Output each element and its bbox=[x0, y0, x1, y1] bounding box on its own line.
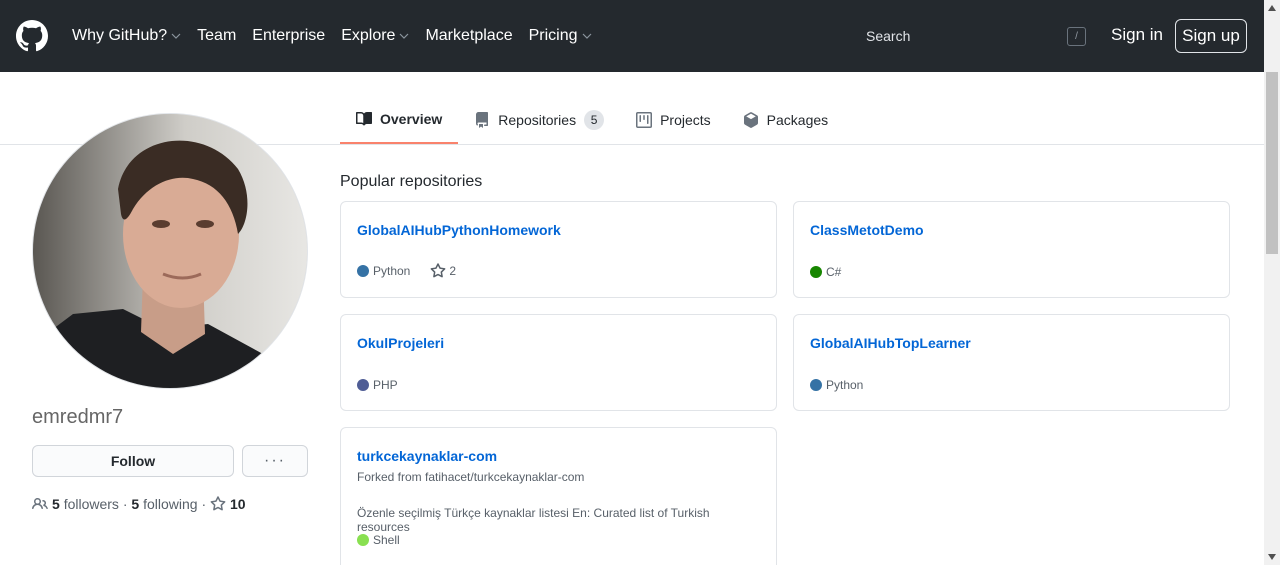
more-options-button[interactable]: ··· bbox=[242, 445, 308, 477]
nav-label: Why GitHub? bbox=[72, 27, 168, 44]
people-icon bbox=[32, 497, 48, 510]
package-icon bbox=[743, 112, 758, 128]
popular-repositories-title: Popular repositories bbox=[340, 173, 483, 190]
nav-label: Enterprise bbox=[252, 27, 326, 44]
repo-meta: Shell bbox=[357, 533, 400, 547]
stars-count: 10 bbox=[230, 496, 246, 512]
repo-language: Shell bbox=[373, 533, 400, 547]
following-count: 5 bbox=[131, 496, 140, 512]
repo-language: Python bbox=[373, 264, 411, 278]
nav-marketplace[interactable]: Marketplace bbox=[425, 27, 512, 45]
search-box[interactable]: / bbox=[852, 18, 1098, 54]
search-shortcut-key: / bbox=[1067, 27, 1086, 46]
repo-stars-link[interactable]: 2 bbox=[430, 263, 456, 279]
repo-card: OkulProjeleri PHP bbox=[340, 314, 777, 411]
following-label: following bbox=[143, 496, 198, 512]
separator-dot: · bbox=[122, 496, 128, 512]
chevron-down-icon bbox=[582, 33, 591, 39]
language-color-dot bbox=[810, 266, 822, 278]
scroll-thumb[interactable] bbox=[1266, 72, 1278, 254]
tab-overview[interactable]: Overview bbox=[340, 96, 459, 144]
tab-label: Repositories bbox=[498, 112, 577, 128]
repo-language: Python bbox=[826, 378, 864, 392]
project-icon bbox=[636, 112, 653, 128]
followers-label: followers bbox=[63, 496, 119, 512]
repo-meta: C# bbox=[810, 265, 841, 279]
repo-icon bbox=[476, 112, 489, 128]
followers-link[interactable]: 5 followers bbox=[52, 496, 119, 512]
tab-repositories[interactable]: Repositories 5 bbox=[458, 96, 620, 144]
repo-card: GlobalAIHubPythonHomework Python 2 bbox=[340, 201, 777, 298]
github-logo-icon[interactable] bbox=[16, 20, 48, 52]
repo-meta: PHP bbox=[357, 378, 398, 392]
book-icon bbox=[356, 111, 372, 126]
repo-card: turkcekaynaklar-com Forked from fatihace… bbox=[340, 427, 777, 565]
repo-link[interactable]: turkcekaynaklar-com bbox=[357, 448, 497, 464]
repo-card: GlobalAIHubTopLearner Python bbox=[793, 314, 1230, 411]
repo-card: ClassMetotDemo C# bbox=[793, 201, 1230, 298]
search-input[interactable] bbox=[866, 28, 1046, 44]
follow-button[interactable]: Follow bbox=[32, 445, 234, 477]
scroll-up-arrow-icon[interactable] bbox=[1264, 0, 1280, 16]
repo-meta: Python 2 bbox=[357, 263, 456, 279]
repo-language: PHP bbox=[373, 378, 398, 392]
language-color-dot bbox=[357, 534, 369, 546]
tab-projects[interactable]: Projects bbox=[620, 96, 727, 144]
site-header: Why GitHub? Team Enterprise Explore Mark… bbox=[0, 0, 1264, 72]
nav-why-github[interactable]: Why GitHub? bbox=[72, 27, 181, 45]
nav-label: Pricing bbox=[528, 27, 578, 44]
tab-label: Projects bbox=[660, 112, 711, 128]
following-link[interactable]: 5 following bbox=[131, 496, 197, 512]
main-nav: Why GitHub? Team Enterprise Explore Mark… bbox=[72, 0, 608, 72]
chevron-down-icon bbox=[400, 33, 409, 39]
tab-packages[interactable]: Packages bbox=[727, 96, 844, 144]
repo-link[interactable]: GlobalAIHubTopLearner bbox=[810, 335, 971, 351]
separator-dot: · bbox=[201, 496, 207, 512]
followers-count: 5 bbox=[52, 496, 60, 512]
tab-label: Overview bbox=[380, 111, 443, 127]
avatar bbox=[32, 113, 308, 389]
profile-username: emredmr7 bbox=[32, 406, 124, 428]
repositories-count-badge: 5 bbox=[584, 110, 605, 130]
repo-meta: Python bbox=[810, 378, 863, 392]
nav-label: Team bbox=[197, 27, 237, 44]
page-scrollbar[interactable] bbox=[1264, 0, 1280, 565]
chevron-down-icon bbox=[171, 33, 181, 39]
nav-explore[interactable]: Explore bbox=[341, 27, 409, 45]
star-icon bbox=[210, 496, 226, 511]
repo-description: Özenle seçilmiş Türkçe kaynaklar listesi… bbox=[357, 506, 710, 534]
star-icon bbox=[430, 263, 446, 278]
stars-link[interactable]: 10 bbox=[210, 496, 246, 512]
repo-stars-count: 2 bbox=[449, 264, 457, 278]
nav-label: Explore bbox=[341, 27, 396, 44]
sign-up-button[interactable]: Sign up bbox=[1175, 19, 1247, 53]
sign-in-link[interactable]: Sign in bbox=[1111, 25, 1163, 45]
nav-team[interactable]: Team bbox=[197, 27, 236, 45]
more-options-icon: ··· bbox=[264, 452, 286, 469]
social-counts: 5 followers · 5 following · 10 bbox=[32, 496, 246, 512]
language-color-dot bbox=[357, 379, 369, 391]
language-color-dot bbox=[810, 379, 822, 391]
nav-label: Marketplace bbox=[425, 27, 513, 44]
tab-label: Packages bbox=[766, 112, 829, 128]
repo-link[interactable]: GlobalAIHubPythonHomework bbox=[357, 222, 561, 238]
repo-link[interactable]: ClassMetotDemo bbox=[810, 222, 924, 238]
profile-tabs: Overview Repositories 5 Projects Package… bbox=[340, 96, 844, 144]
nav-enterprise[interactable]: Enterprise bbox=[252, 27, 325, 45]
nav-pricing[interactable]: Pricing bbox=[529, 27, 592, 45]
language-color-dot bbox=[357, 265, 369, 277]
repo-language: C# bbox=[826, 265, 842, 279]
repo-link[interactable]: OkulProjeleri bbox=[357, 335, 444, 351]
scroll-down-arrow-icon[interactable] bbox=[1264, 549, 1280, 565]
forked-from-text: Forked from fatihacet/turkcekaynaklar-co… bbox=[357, 470, 585, 484]
